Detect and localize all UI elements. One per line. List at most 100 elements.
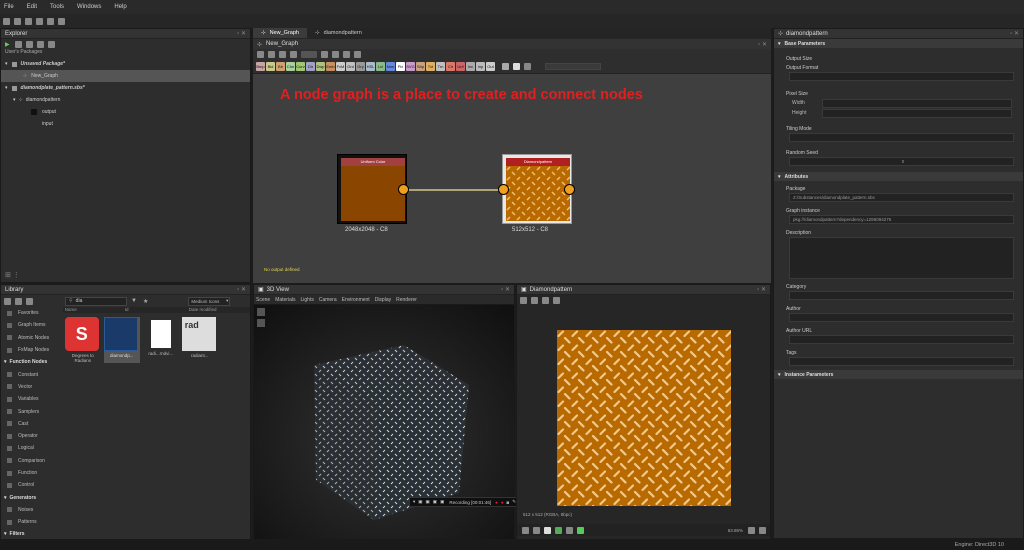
screen-icon[interactable]: ▣ <box>418 499 422 505</box>
library-search-input[interactable]: ⚲ dia <box>65 296 127 306</box>
zoom-level[interactable]: 63.86% <box>728 528 743 533</box>
tool-icon[interactable] <box>566 526 573 534</box>
library-item[interactable]: radi...rndvi... <box>143 317 179 363</box>
section-attributes[interactable]: ▾ Attributes <box>774 172 1023 181</box>
package-field[interactable]: Z:/Substances/diamondplate_pattern.sbs <box>789 193 1014 202</box>
node-uniform-color[interactable]: Uniform Color <box>337 154 407 224</box>
node-button[interactable]: Dwp <box>316 62 325 71</box>
menu-scene[interactable]: Scene <box>256 297 270 303</box>
tool-icon[interactable] <box>544 526 551 534</box>
node-button[interactable]: Txt <box>426 62 435 71</box>
tree-item-graph[interactable]: ⊹ New_Graph <box>1 70 250 82</box>
library-category[interactable]: Control <box>1 479 63 491</box>
node-button[interactable]: Bld <box>266 62 275 71</box>
input-port[interactable] <box>498 184 509 195</box>
panel-controls-icon[interactable]: ▫ ✕ <box>501 286 510 293</box>
tab-new-graph[interactable]: ⊹ New_Graph <box>253 28 307 38</box>
tree-item-output[interactable]: output <box>1 106 250 118</box>
open-icon[interactable] <box>14 17 21 25</box>
column-header[interactable]: Id <box>125 307 189 313</box>
library-category[interactable]: Favorites <box>1 307 63 319</box>
tree-item-package[interactable]: ▾ diamondplate_pattern.sbs* <box>1 82 250 94</box>
graph-instance-field[interactable]: pkg:///diamondpattern?dependency=1296094… <box>789 215 1014 224</box>
node-button[interactable]: Blr <box>276 62 285 71</box>
tool-icon[interactable] <box>522 526 529 534</box>
node-button[interactable]: Dir <box>306 62 315 71</box>
panel-controls-icon[interactable]: ▫ ✕ <box>757 286 766 293</box>
folder-icon[interactable] <box>4 297 11 305</box>
2d-texture-preview[interactable] <box>557 330 731 506</box>
record-icon[interactable]: ● <box>495 500 498 505</box>
filter-icon[interactable]: ▼ <box>131 298 137 304</box>
tool-icon[interactable] <box>47 40 55 48</box>
node-button[interactable]: Pix <box>396 62 405 71</box>
fit-icon[interactable] <box>748 526 755 534</box>
library-category[interactable]: Operator <box>1 430 63 442</box>
library-category[interactable]: Logical <box>1 442 63 454</box>
pin-icon[interactable] <box>524 63 531 70</box>
viewport-tool-icon[interactable] <box>257 308 265 316</box>
save-icon[interactable] <box>25 17 32 25</box>
library-item[interactable]: S Degrees to Radians <box>64 317 101 363</box>
tool-icon[interactable] <box>531 296 538 304</box>
menu-lights[interactable]: Lights <box>300 297 313 303</box>
tool-icon[interactable] <box>332 51 339 58</box>
menu-icon[interactable]: ▾ <box>413 499 415 505</box>
library-category[interactable]: Variables <box>1 393 63 405</box>
library-category[interactable]: Vector <box>1 381 63 393</box>
frame-icon[interactable] <box>301 51 317 58</box>
filter-icon[interactable] <box>26 297 33 305</box>
library-item[interactable]: rad radiant... <box>181 317 218 363</box>
column-header[interactable]: Date modified <box>189 307 217 313</box>
node-button[interactable]: Emb <box>326 62 335 71</box>
add-icon[interactable] <box>15 297 22 305</box>
tool-icon[interactable] <box>343 51 350 58</box>
library-category[interactable]: ▾ Function Nodes <box>1 356 63 368</box>
library-category[interactable]: Constant <box>1 368 63 380</box>
fit-icon[interactable] <box>759 526 766 534</box>
tool-icon[interactable] <box>279 51 286 58</box>
tool-icon[interactable] <box>542 296 549 304</box>
tab-diamondpattern[interactable]: ⊹ diamondpattern <box>307 28 370 38</box>
save-all-icon[interactable] <box>36 17 43 25</box>
menu-display[interactable]: Display <box>375 297 391 303</box>
category-field[interactable] <box>789 291 1014 300</box>
node-button[interactable]: HSL <box>366 62 375 71</box>
random-seed-field[interactable]: 0 <box>789 157 1014 166</box>
menu-tools[interactable]: Tools <box>50 4 64 10</box>
camera-icon[interactable]: ◙ <box>507 500 510 505</box>
tree-item-input[interactable]: input <box>1 118 250 130</box>
library-category[interactable]: Patterns <box>1 516 63 528</box>
settings-icon[interactable] <box>354 51 361 58</box>
record-icon[interactable]: ● <box>501 500 504 505</box>
library-category[interactable]: Cast <box>1 418 63 430</box>
tool-icon[interactable] <box>290 51 297 58</box>
tool-icon[interactable] <box>25 40 33 48</box>
description-field[interactable] <box>789 237 1014 279</box>
node-button[interactable]: Nrm <box>386 62 395 71</box>
undo-icon[interactable] <box>47 17 54 25</box>
library-category[interactable]: ▾ Generators <box>1 491 63 503</box>
tool-icon[interactable] <box>555 526 562 534</box>
node-button[interactable]: FxM <box>336 62 345 71</box>
height-slider[interactable] <box>822 108 1012 118</box>
column-header[interactable]: Name <box>63 307 125 313</box>
menu-environment[interactable]: Environment <box>342 297 370 303</box>
section-instance-parameters[interactable]: ▾ Instance Parameters <box>774 370 1023 379</box>
redo-icon[interactable] <box>58 17 65 25</box>
node-button[interactable]: Gry <box>356 62 365 71</box>
node-button[interactable]: Clr <box>446 62 455 71</box>
tool-icon[interactable] <box>321 51 328 58</box>
tool-icon[interactable] <box>14 40 22 48</box>
width-slider[interactable] <box>822 98 1012 108</box>
tiling-mode-field[interactable] <box>789 133 1014 142</box>
tags-field[interactable] <box>789 357 1014 366</box>
node-button[interactable]: Curv <box>296 62 305 71</box>
menu-help[interactable]: Help <box>114 4 126 10</box>
tree-item-graph[interactable]: ▾ ⊹ diamondpattern <box>1 94 250 106</box>
graph-canvas[interactable]: A node graph is a place to create and co… <box>253 74 771 283</box>
run-icon[interactable]: ▶ <box>5 41 10 48</box>
node-button[interactable]: Trn <box>436 62 445 71</box>
library-category[interactable]: Atomic Nodes <box>1 332 63 344</box>
new-icon[interactable] <box>3 17 10 25</box>
